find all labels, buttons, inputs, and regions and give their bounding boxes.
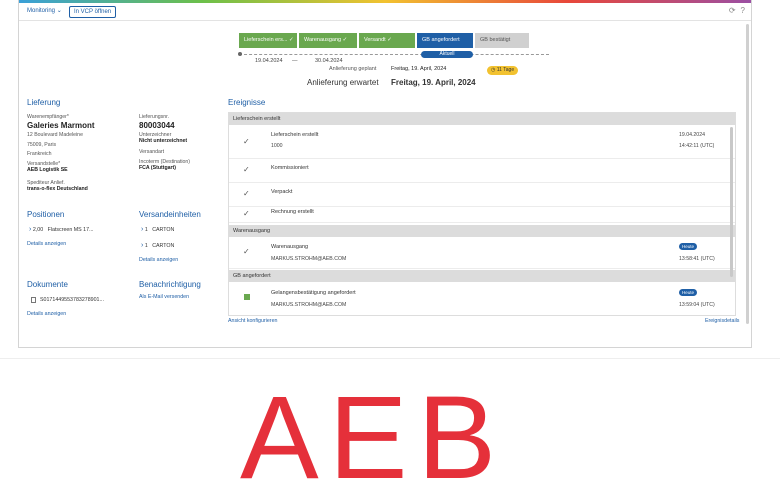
event-row[interactable]: ✓ Warenausgang MARKUS.STROHM@AEB.COM Heu… xyxy=(229,237,735,269)
timeline-start-dot xyxy=(238,52,242,56)
shipping-type-label: Versandart xyxy=(139,149,165,155)
event-subtitle: MARKUS.STROHM@AEB.COM xyxy=(271,256,347,262)
monitoring-dropdown[interactable]: Monitoring ⌄ xyxy=(27,7,62,14)
expected-label: Anlieferung erwartet xyxy=(307,78,379,87)
event-title: Lieferschein erstellt xyxy=(271,132,319,138)
positionen-title: Positionen xyxy=(27,210,65,219)
chevron-right-icon: › xyxy=(141,242,144,249)
step-gb-angefordert: GB angefordert xyxy=(417,33,473,48)
versandeinheiten-details-link[interactable]: Details anzeigen xyxy=(139,257,178,263)
forwarder-value: trans-o-flex Deutschland xyxy=(27,186,88,192)
step-versandt: Versandt ✓ xyxy=(359,33,415,48)
position-row[interactable]: › 2,00 Flatscreen MS 17... xyxy=(29,226,94,233)
benachrichtigung-title: Benachrichtigung xyxy=(139,280,201,289)
dokumente-title: Dokumente xyxy=(27,280,68,289)
event-title: Kommissioniert xyxy=(271,165,309,171)
event-group-header: Lieferschein erstellt xyxy=(229,113,735,125)
refresh-icon[interactable]: ⟳ xyxy=(729,6,736,15)
clock-icon: ◷ xyxy=(491,67,496,73)
chevron-right-icon: › xyxy=(29,226,32,233)
event-row[interactable]: ✓ Verpackt xyxy=(229,183,735,207)
event-subtitle: MARKUS.STROHM@AEB.COM xyxy=(271,302,347,308)
check-icon: ✓ xyxy=(243,247,250,256)
check-icon: ✓ xyxy=(243,189,250,198)
event-time: 13:59:04 (UTC) xyxy=(679,302,715,308)
positionen-details-link[interactable]: Details anzeigen xyxy=(27,241,66,247)
event-row[interactable]: ✓ Rechnung erstellt xyxy=(229,207,735,223)
toolbar-icons: ⟳? xyxy=(724,6,745,15)
event-title: Rechnung erstellt xyxy=(271,209,314,215)
open-in-vcp-button[interactable]: In VCP öffnen xyxy=(69,6,117,18)
dokumente-details-link[interactable]: Details anzeigen xyxy=(27,311,66,317)
check-icon: ✓ xyxy=(243,137,250,146)
event-title: Warenausgang xyxy=(271,244,309,250)
event-details-link[interactable]: Ereignisdetails xyxy=(705,318,739,324)
shipping-point-value: AEB Logistik SE xyxy=(27,167,68,173)
address-line-3: Frankreich xyxy=(27,151,52,157)
top-toolbar: Monitoring ⌄ In VCP öffnen ⟳? xyxy=(19,3,751,21)
timeline-line xyxy=(239,54,549,55)
event-group-header: GB angefordert xyxy=(229,270,735,282)
end-date: 30.04.2024 xyxy=(315,58,343,64)
flag-icon xyxy=(244,294,250,300)
app-window: Monitoring ⌄ In VCP öffnen ⟳? Liefersche… xyxy=(18,0,752,348)
start-date: 19.04.2024 xyxy=(255,58,283,64)
date-separator: — xyxy=(292,58,298,64)
events-scrollbar[interactable] xyxy=(730,127,733,277)
delivery-no-label: Lieferungsnr. xyxy=(139,114,169,120)
days-badge: ◷ 11 Tage xyxy=(487,66,519,75)
configure-view-link[interactable]: Ansicht konfigurieren xyxy=(228,318,277,324)
aeb-logo: AEB xyxy=(240,372,507,504)
event-row[interactable]: ✓ Kommissioniert xyxy=(229,159,735,183)
recipient-name: Galeries Marmont xyxy=(27,121,95,130)
incoterm-value: FCA (Stuttgart) xyxy=(139,165,176,171)
event-title: Verpackt xyxy=(271,189,293,195)
step-lieferschein: Lieferschein ers... ✓ xyxy=(239,33,297,48)
planned-label: Anlieferung geplant xyxy=(329,66,377,72)
check-icon: ✓ xyxy=(243,165,250,174)
events-panel: Lieferschein erstellt ✓ Lieferschein ers… xyxy=(228,112,736,316)
events-title: Ereignisse xyxy=(228,98,266,107)
today-badge: Heute xyxy=(679,243,698,250)
page-scrollbar[interactable] xyxy=(746,24,749,324)
today-badge: Heute xyxy=(679,289,698,296)
document-name[interactable]: S0171449553783278901... xyxy=(40,297,104,303)
divider xyxy=(0,358,780,359)
step-gb-bestaetigt: GB bestätigt xyxy=(475,33,529,48)
event-date: 19.04.2024 xyxy=(679,132,705,138)
unit-row-1[interactable]: › 1 CARTON xyxy=(141,226,174,233)
document-icon xyxy=(31,297,36,303)
planned-value: Freitag, 19. April, 2024 xyxy=(391,66,447,72)
versandeinheiten-title: Versandeinheiten xyxy=(139,210,201,219)
event-time: 13:58:41 (UTC) xyxy=(679,256,715,262)
help-icon[interactable]: ? xyxy=(741,6,745,15)
event-subtitle: 1000 xyxy=(271,143,283,149)
address-line-2: 75009, Paris xyxy=(27,142,57,148)
delivery-no-value: 80003044 xyxy=(139,121,175,130)
unit-row-2[interactable]: › 1 CARTON xyxy=(141,242,174,249)
address-line-1: 12 Boulevard Madeleine xyxy=(27,132,83,138)
recipient-label: Warenempfänger* xyxy=(27,114,69,120)
step-warenausgang: Warenausgang ✓ xyxy=(299,33,357,48)
chevron-right-icon: › xyxy=(141,226,144,233)
event-time: 14:42:11 (UTC) xyxy=(679,143,715,149)
check-icon: ✓ xyxy=(243,209,250,218)
event-title: Gelangensbestätigung angefordert xyxy=(271,290,356,296)
chevron-down-icon: ⌄ xyxy=(56,8,62,14)
current-marker: Aktuell xyxy=(421,51,473,58)
lieferung-title: Lieferung xyxy=(27,98,61,107)
event-row[interactable]: ✓ Lieferschein erstellt 1000 19.04.2024 … xyxy=(229,125,735,159)
signer-value: Nicht unterzeichnet xyxy=(139,138,188,144)
send-email-link[interactable]: Als E-Mail versenden xyxy=(139,294,189,300)
expected-value: Freitag, 19. April, 2024 xyxy=(391,78,476,87)
event-group-header: Warenausgang xyxy=(229,225,735,237)
event-row[interactable]: Gelangensbestätigung angefordert MARKUS.… xyxy=(229,282,735,315)
